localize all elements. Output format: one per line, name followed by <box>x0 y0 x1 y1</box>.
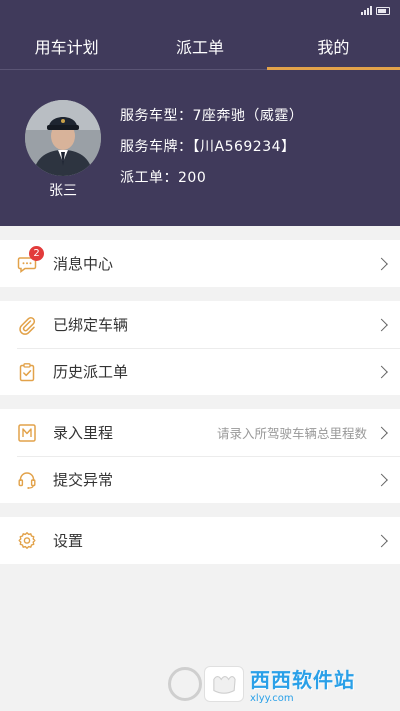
watermark-text: 西西软件站 xlyy.com <box>250 664 355 704</box>
mileage-entry-label: 录入里程 <box>53 424 114 442</box>
status-bar <box>0 0 400 22</box>
battery-icon <box>376 7 390 15</box>
chevron-right-icon <box>375 426 388 439</box>
mileage-entry-row[interactable]: 录入里程 请录入所驾驶车辆总里程数 <box>0 409 400 456</box>
headset-icon <box>17 470 37 490</box>
settings-label: 设置 <box>53 532 84 550</box>
signal-icon <box>361 6 372 15</box>
dispatch-count-text: 派工单：200 <box>120 170 207 186</box>
chevron-right-icon <box>375 257 388 270</box>
menu-group-messages: 2 消息中心 <box>0 240 400 287</box>
watermark-title: 西西软件站 <box>250 668 355 692</box>
gear-icon <box>17 531 37 551</box>
clipboard-check-icon <box>17 362 37 382</box>
avatar[interactable] <box>25 100 101 176</box>
chevron-right-icon <box>375 318 388 331</box>
message-badge: 2 <box>29 245 44 261</box>
profile-header: 张三 服务车型：7座奔驰（威霆） 服务车牌：【川A569234】 派工单：200 <box>0 70 400 226</box>
vehicle-type-text: 服务车型：7座奔驰（威霆） <box>120 108 304 124</box>
message-center-label: 消息中心 <box>53 255 114 273</box>
chevron-right-icon <box>375 473 388 486</box>
driver-avatar-image <box>25 100 101 176</box>
chevron-right-icon <box>375 365 388 378</box>
top-tabs: 用车计划 派工单 我的 <box>0 22 400 70</box>
paperclip-icon <box>17 315 37 335</box>
site-watermark: 西西软件站 xlyy.com <box>168 663 394 705</box>
report-issue-label: 提交异常 <box>53 471 114 489</box>
driver-name: 张三 <box>49 183 77 199</box>
watermark-ring <box>168 667 202 701</box>
mileage-hint: 请录入所驾驶车辆总里程数 <box>216 426 367 441</box>
history-dispatch-label: 历史派工单 <box>53 363 129 381</box>
menu-group-actions: 录入里程 请录入所驾驶车辆总里程数 提交异常 <box>0 409 400 503</box>
bound-vehicle-row[interactable]: 已绑定车辆 <box>0 301 400 348</box>
tab-mine[interactable]: 我的 <box>266 22 400 70</box>
history-dispatch-row[interactable]: 历史派工单 <box>0 348 400 395</box>
chat-bubble-icon: 2 <box>17 245 44 274</box>
report-issue-row[interactable]: 提交异常 <box>0 456 400 503</box>
m-box-icon <box>17 423 37 443</box>
menu-group-settings: 设置 <box>0 517 400 564</box>
watermark-logo <box>204 666 244 702</box>
chevron-right-icon <box>375 534 388 547</box>
menu-group-vehicle: 已绑定车辆 历史派工单 <box>0 301 400 395</box>
status-icons <box>361 6 390 15</box>
watermark-url: xlyy.com <box>250 693 294 704</box>
bound-vehicle-label: 已绑定车辆 <box>53 316 129 334</box>
settings-row[interactable]: 设置 <box>0 517 400 564</box>
message-center-row[interactable]: 2 消息中心 <box>0 240 400 287</box>
tab-vehicle-plan[interactable]: 用车计划 <box>0 22 133 69</box>
plate-text: 服务车牌：【川A569234】 <box>120 139 296 155</box>
driver-info: 服务车型：7座奔驰（威霆） 服务车牌：【川A569234】 派工单：200 <box>120 106 303 199</box>
tab-dispatch[interactable]: 派工单 <box>133 22 266 69</box>
